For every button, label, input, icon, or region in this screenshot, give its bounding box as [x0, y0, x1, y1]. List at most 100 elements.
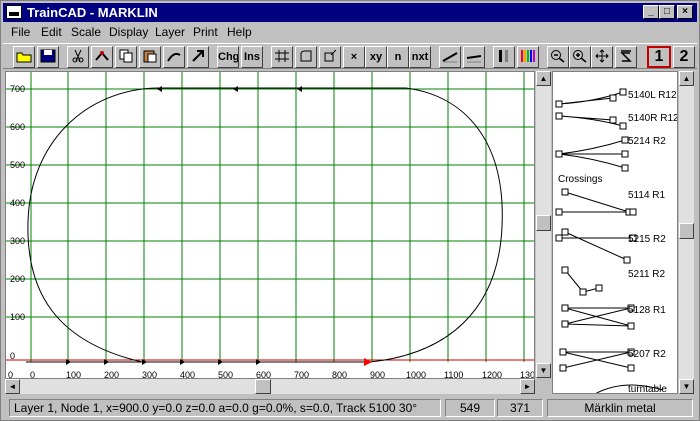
track-direction-arrow	[297, 86, 302, 92]
track-endpoint-box	[561, 228, 569, 236]
layer-1-button[interactable]: 1	[647, 46, 671, 68]
floppy-disk-icon	[40, 49, 56, 63]
track-colors-icon	[499, 50, 508, 62]
copy-button[interactable]	[115, 46, 137, 68]
zoom-fit-button[interactable]	[615, 46, 637, 68]
zoom-in-button[interactable]	[569, 46, 591, 68]
menu-help[interactable]: Help	[227, 25, 252, 39]
scroll-left-button[interactable]: ◄	[5, 379, 20, 394]
bend-tool-button[interactable]	[91, 46, 113, 68]
curve-tool-button[interactable]	[163, 46, 185, 68]
horizontal-scroll-thumb[interactable]	[255, 379, 271, 394]
traincad-window: TrainCAD - MARKLIN _ □ × File Edit Scale…	[0, 0, 700, 421]
insert-button[interactable]: Ins	[241, 46, 263, 68]
node-tool-button[interactable]	[319, 46, 341, 68]
toolbar: Chg Ins × xy n nxt 1 2	[3, 43, 697, 69]
y-tick-label: 300	[10, 236, 25, 246]
drawing-canvas[interactable]: 700 600 500 400 300 200 100 0 0 0 100 200 300 400 500 6…	[5, 71, 535, 379]
track-endpoint-box	[555, 234, 563, 242]
track-palette[interactable]: 5140L R12 5140R R12 5214 R2 Crossings 51…	[552, 71, 678, 394]
canvas-horizontal-scrollbar[interactable]: ◄ ►	[5, 379, 535, 394]
palette-section-crossings: Crossings	[558, 174, 603, 185]
track-endpoint-box	[555, 112, 563, 120]
palette-scroll-up-button[interactable]: ▲	[679, 71, 694, 86]
vertical-scroll-thumb[interactable]	[536, 215, 551, 231]
selected-node-marker	[364, 358, 372, 366]
palette-scroll-thumb[interactable]	[679, 223, 694, 239]
menu-file[interactable]: File	[11, 25, 30, 39]
zoom-fit-icon	[620, 50, 632, 62]
grid-icon	[275, 50, 289, 62]
layer-2-button[interactable]: 2	[673, 46, 695, 68]
track-colors-button[interactable]	[493, 46, 515, 68]
train-app-icon[interactable]	[6, 5, 22, 19]
zoom-out-button[interactable]	[547, 46, 569, 68]
x-tick-label: 1100	[444, 370, 463, 379]
maximize-button[interactable]: □	[659, 5, 675, 19]
palette-item-5128[interactable]: 5128 R1	[628, 305, 666, 316]
crossing-5215-drawing	[559, 231, 633, 261]
scroll-up-button[interactable]: ▲	[536, 71, 551, 86]
status-coord-x: 549	[445, 399, 495, 417]
slope-up-button[interactable]	[439, 46, 461, 68]
xy-button[interactable]: xy	[365, 46, 387, 68]
track-direction-arrow	[157, 86, 162, 92]
rounded-shape-button[interactable]	[295, 46, 317, 68]
palette-item-5215[interactable]: 5215 R2	[628, 234, 666, 245]
palette-item-5207[interactable]: 5207 R2	[628, 349, 666, 360]
copy-icon	[119, 49, 133, 63]
palette-item-5140r[interactable]: 5140R R12	[628, 113, 677, 124]
minimize-button[interactable]: _	[643, 5, 659, 19]
track-endpoint-box	[555, 100, 563, 108]
menu-edit[interactable]: Edit	[41, 25, 62, 39]
cut-button[interactable]	[67, 46, 89, 68]
track-layout-drawing[interactable]: 70060050040030020010000 0 100 200 300 400 500 6…	[6, 72, 535, 379]
x-tick-label: 0	[30, 370, 35, 379]
open-folder-button[interactable]	[13, 46, 35, 68]
y-tick-label: 500	[10, 160, 25, 170]
paste-button[interactable]	[139, 46, 161, 68]
y-tick-label: 200	[10, 274, 25, 284]
rainbow-colors-button[interactable]	[517, 46, 539, 68]
x-tick-label: 400	[180, 370, 195, 379]
save-button[interactable]	[37, 46, 59, 68]
palette-scrollbar[interactable]: ▲ ▼	[679, 71, 694, 394]
track-endpoint-box	[609, 116, 617, 124]
arrow-tool-button[interactable]	[187, 46, 209, 68]
pan-button[interactable]	[591, 46, 613, 68]
menu-display[interactable]: Display	[109, 25, 148, 39]
menu-bar: File Edit Scale Display Layer Print Help	[3, 23, 697, 42]
track-endpoint-box	[629, 208, 637, 216]
palette-item-turntable[interactable]: turntable	[628, 384, 667, 393]
next-button[interactable]: nxt	[409, 46, 431, 68]
close-button[interactable]: ×	[677, 5, 693, 19]
palette-item-5140l[interactable]: 5140L R12	[628, 90, 677, 101]
track-direction-arrow	[233, 86, 238, 92]
menu-print[interactable]: Print	[193, 25, 218, 39]
track-endpoint-box	[559, 348, 567, 356]
menu-layer[interactable]: Layer	[155, 25, 185, 39]
track-endpoint-box	[619, 122, 627, 130]
grid-button[interactable]	[271, 46, 293, 68]
n-button[interactable]: n	[387, 46, 409, 68]
scroll-right-button[interactable]: ►	[520, 379, 535, 394]
title-bar: TrainCAD - MARKLIN _ □ ×	[3, 3, 697, 22]
track-endpoint-box	[621, 150, 629, 158]
node-tool-icon	[324, 49, 337, 62]
x-tick-label: 700	[294, 370, 309, 379]
slope-flat-button[interactable]	[463, 46, 485, 68]
delete-button[interactable]: ×	[343, 46, 365, 68]
palette-item-5114[interactable]: 5114 R1	[628, 190, 665, 201]
palette-item-5214[interactable]: 5214 R2	[628, 136, 666, 147]
menu-scale[interactable]: Scale	[71, 25, 101, 39]
scroll-down-button[interactable]: ▼	[536, 363, 551, 378]
canvas-vertical-scrollbar[interactable]: ▲ ▼	[536, 71, 551, 378]
palette-item-5211[interactable]: 5211 R2	[628, 269, 665, 280]
status-coord-y: 371	[497, 399, 543, 417]
track-endpoint-box	[609, 94, 617, 102]
turnout-5214-drawing	[558, 139, 626, 169]
change-button[interactable]: Chg	[217, 46, 239, 68]
x-tick-label: 800	[332, 370, 347, 379]
rounded-shape-icon	[300, 50, 312, 62]
palette-scroll-down-button[interactable]: ▼	[679, 379, 694, 394]
